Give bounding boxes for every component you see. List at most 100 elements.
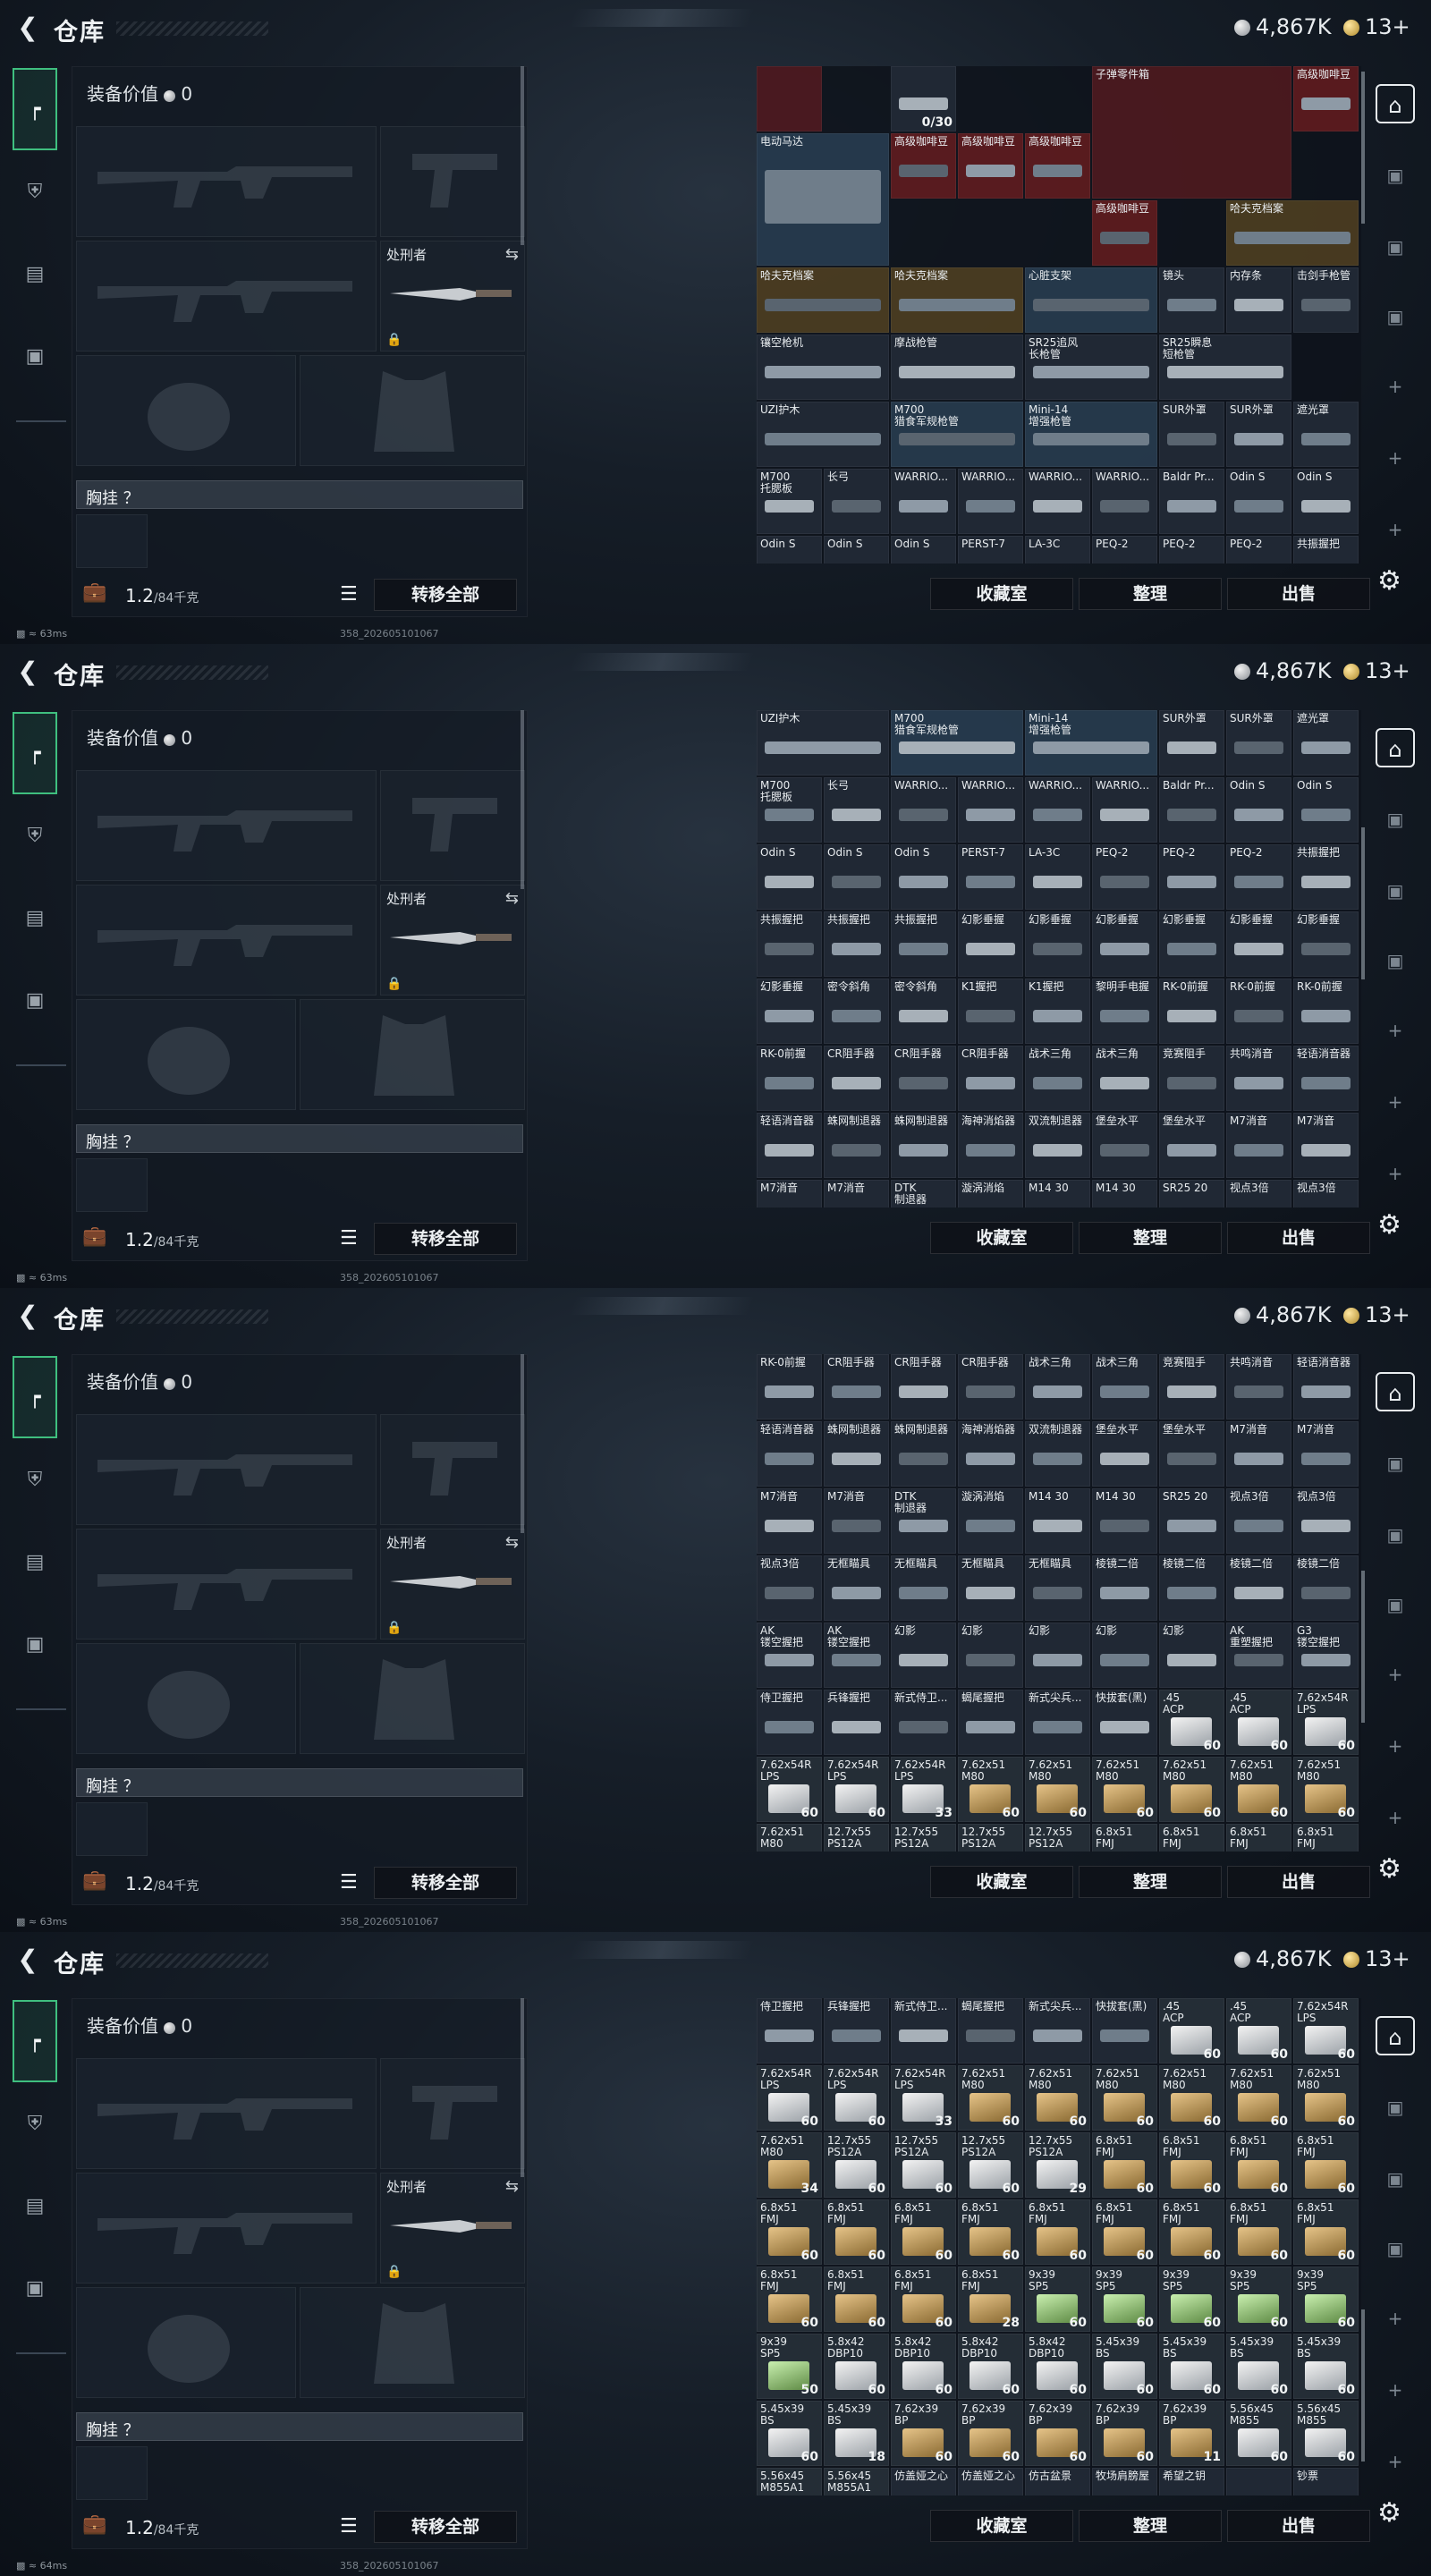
inventory-item[interactable]: 视点3倍 — [1293, 1488, 1359, 1554]
collection-button[interactable]: 收藏室 — [930, 2510, 1073, 2542]
inventory-item[interactable]: M7消音 — [824, 1488, 889, 1554]
inventory-item[interactable]: 视点3倍 — [1293, 1180, 1359, 1208]
primary-weapon-slot[interactable] — [76, 126, 377, 237]
inventory-item[interactable]: RK-0前握 — [1226, 979, 1291, 1044]
inventory-item[interactable]: LA-3C — [1025, 844, 1090, 910]
inventory-item[interactable]: 棱镜二倍 — [1226, 1555, 1291, 1621]
inventory-item[interactable]: M700 托腮板 — [757, 777, 822, 843]
inventory-item[interactable]: DTK 制退器 — [891, 1180, 956, 1208]
ammo-item[interactable]: 6.8x51 FMJ 28 — [958, 2267, 1023, 2332]
sell-button[interactable]: 出售 — [1227, 2510, 1370, 2542]
gold-currency[interactable]: 13+ — [1343, 1946, 1410, 1971]
ammo-item[interactable]: 9x39 SP5 60 — [1293, 2267, 1359, 2332]
inventory-item[interactable]: 镶空枪机 — [757, 335, 889, 400]
inventory-item[interactable]: 幻影垂握 — [1092, 911, 1157, 977]
ammo-item[interactable]: 7.62x54R LPS 60 — [1293, 1998, 1359, 2063]
gear-icon[interactable]: ⚙ — [1377, 2497, 1401, 2529]
ammo-item[interactable]: 5.45x39 BS 18 — [824, 2401, 889, 2466]
gold-currency[interactable]: 13+ — [1343, 1302, 1410, 1327]
inventory-item[interactable]: M7消音 — [1293, 1113, 1359, 1178]
inventory-item[interactable]: 高级咖啡豆 — [891, 133, 956, 199]
add-warehouse-icon[interactable]: + — [1376, 367, 1415, 406]
gear-icon[interactable]: ⚙ — [1377, 1853, 1401, 1885]
ammo-item[interactable]: 6.8x51 FMJ 60 — [1226, 2199, 1291, 2265]
gold-currency[interactable]: 13+ — [1343, 658, 1410, 683]
add-warehouse-icon[interactable]: + — [1376, 1082, 1415, 1122]
warehouse-page-2-icon[interactable]: ▣ — [1376, 2088, 1415, 2127]
inventory-item[interactable]: 幻影垂握 — [958, 911, 1023, 977]
inventory-item[interactable]: UZI护木 — [757, 710, 889, 775]
ammo-item[interactable]: .45 ACP 60 — [1226, 1690, 1291, 1755]
ammo-item[interactable]: 7.62x54R LPS 60 — [757, 2065, 822, 2131]
inventory-item[interactable]: 幻影垂握 — [1025, 911, 1090, 977]
ammo-item[interactable]: 7.62x51 M80 60 — [958, 1757, 1023, 1822]
inventory-item[interactable]: 蝎尾握把 — [958, 1690, 1023, 1755]
inventory-item[interactable]: M700 猎食军规枪管 — [891, 402, 1023, 467]
inventory-item[interactable]: 心脏支架 — [1025, 267, 1157, 333]
inventory-item[interactable]: 蛛网制退器 — [891, 1113, 956, 1178]
ammo-item[interactable]: 7.62x51 M80 60 — [1226, 1757, 1291, 1822]
inventory-item[interactable]: 棱镜二倍 — [1159, 1555, 1224, 1621]
inventory-item[interactable]: 侍卫握把 — [757, 1690, 822, 1755]
inventory-item[interactable]: 密令斜角 — [824, 979, 889, 1044]
inventory-item[interactable]: 漩涡消焰 — [958, 1180, 1023, 1208]
inventory-item[interactable]: 共振握把 — [1293, 844, 1359, 910]
sort-button[interactable]: 整理 — [1079, 2510, 1222, 2542]
inventory-item[interactable]: CR阻手器 — [891, 1354, 956, 1419]
inventory-item[interactable]: 兵锋握把 — [824, 1690, 889, 1755]
ammo-item[interactable]: 6.8x51 FMJ 60 — [824, 2199, 889, 2265]
ammo-item[interactable]: 6.8x51 FMJ 60 — [1092, 2132, 1157, 2198]
add-warehouse-icon[interactable]: + — [1376, 1655, 1415, 1694]
ammo-item[interactable]: .45 ACP 60 — [1159, 1998, 1224, 2063]
inventory-item[interactable]: Odin S — [891, 536, 956, 564]
inventory-item[interactable]: CR阻手器 — [958, 1354, 1023, 1419]
ammo-item[interactable]: 7.62x54R LPS 60 — [824, 2065, 889, 2131]
inventory-item[interactable]: 轻语消音器 — [757, 1113, 822, 1178]
ammo-item[interactable]: 7.62x54R LPS 60 — [1293, 1690, 1359, 1755]
tab-case[interactable]: ▣ — [13, 2247, 57, 2329]
inventory-item[interactable]: 新式尖兵... — [1025, 1690, 1090, 1755]
ammo-item[interactable]: 6.8x51 FMJ 60 — [1293, 2199, 1359, 2265]
inventory-item[interactable]: 堡垒水平 — [1159, 1421, 1224, 1487]
inventory-item[interactable]: 快拔套(黑) — [1092, 1690, 1157, 1755]
inventory-item[interactable]: Mini-14 增强枪管 — [1025, 710, 1157, 775]
ammo-item[interactable]: 5.56x45 M855 60 — [1226, 2401, 1291, 2466]
ammo-item[interactable]: 6.8x51 FMJ — [1159, 1824, 1224, 1852]
inventory-item[interactable]: CR阻手器 — [891, 1046, 956, 1111]
ammo-item[interactable]: 9x39 SP5 60 — [1159, 2267, 1224, 2332]
tab-case[interactable]: ▣ — [13, 959, 57, 1041]
inventory-item[interactable]: Odin S — [757, 844, 822, 910]
inventory-item[interactable]: 竞赛阻手 — [1159, 1354, 1224, 1419]
ammo-item[interactable]: 7.62x51 M80 34 — [757, 2132, 822, 2198]
ammo-item[interactable]: 5.8x42 DBP10 60 — [958, 2334, 1023, 2399]
ammo-item[interactable]: .45 ACP 60 — [1159, 1690, 1224, 1755]
primary-weapon-slot[interactable] — [76, 770, 377, 881]
chest-rig-slot[interactable]: 胸挂 ？ — [76, 480, 523, 509]
inventory-item[interactable]: 棱镜二倍 — [1092, 1555, 1157, 1621]
inventory-item[interactable]: M14 30 — [1092, 1180, 1157, 1208]
tab-backpack[interactable]: ▤ — [13, 2165, 57, 2247]
tab-case[interactable]: ▣ — [13, 1603, 57, 1685]
ammo-item[interactable]: 12.7x55 PS12A 60 — [891, 2132, 956, 2198]
inventory-item[interactable]: 无框瞄具 — [1025, 1555, 1090, 1621]
inventory-item[interactable]: 击剑手枪管 — [1293, 267, 1359, 333]
inventory-item[interactable]: 轻语消音器 — [1293, 1046, 1359, 1111]
ammo-item[interactable]: 7.62x39 BP 60 — [1025, 2401, 1090, 2466]
add-warehouse-icon[interactable]: + — [1376, 1011, 1415, 1050]
secondary-weapon-slot[interactable] — [76, 241, 377, 352]
inventory-item[interactable]: 高级咖啡豆 — [958, 133, 1023, 199]
ammo-item[interactable]: 7.62x51 M80 60 — [1159, 2065, 1224, 2131]
ammo-item[interactable]: 6.8x51 FMJ 60 — [1025, 2199, 1090, 2265]
melee-slot[interactable]: 处刑者 ⇆ 🔒 — [380, 241, 525, 352]
inventory-item[interactable]: RK-0前握 — [1159, 979, 1224, 1044]
inventory-item[interactable]: 兵锋握把 — [824, 1998, 889, 2063]
inventory-item[interactable]: 侍卫握把 — [757, 1998, 822, 2063]
chest-rig-slot[interactable]: 胸挂 ？ — [76, 2412, 523, 2441]
inventory-item[interactable]: 高级咖啡豆 — [1293, 66, 1359, 131]
ammo-item[interactable]: 7.62x39 BP 60 — [891, 2401, 956, 2466]
ammo-item[interactable]: 7.62x54R LPS 33 — [891, 2065, 956, 2131]
inventory-item[interactable]: AK 镂空握把 — [757, 1623, 822, 1688]
secondary-weapon-slot[interactable] — [76, 2173, 377, 2284]
inventory-item[interactable]: 长弓 — [824, 777, 889, 843]
ammo-item[interactable]: 6.8x51 FMJ 60 — [1293, 2132, 1359, 2198]
